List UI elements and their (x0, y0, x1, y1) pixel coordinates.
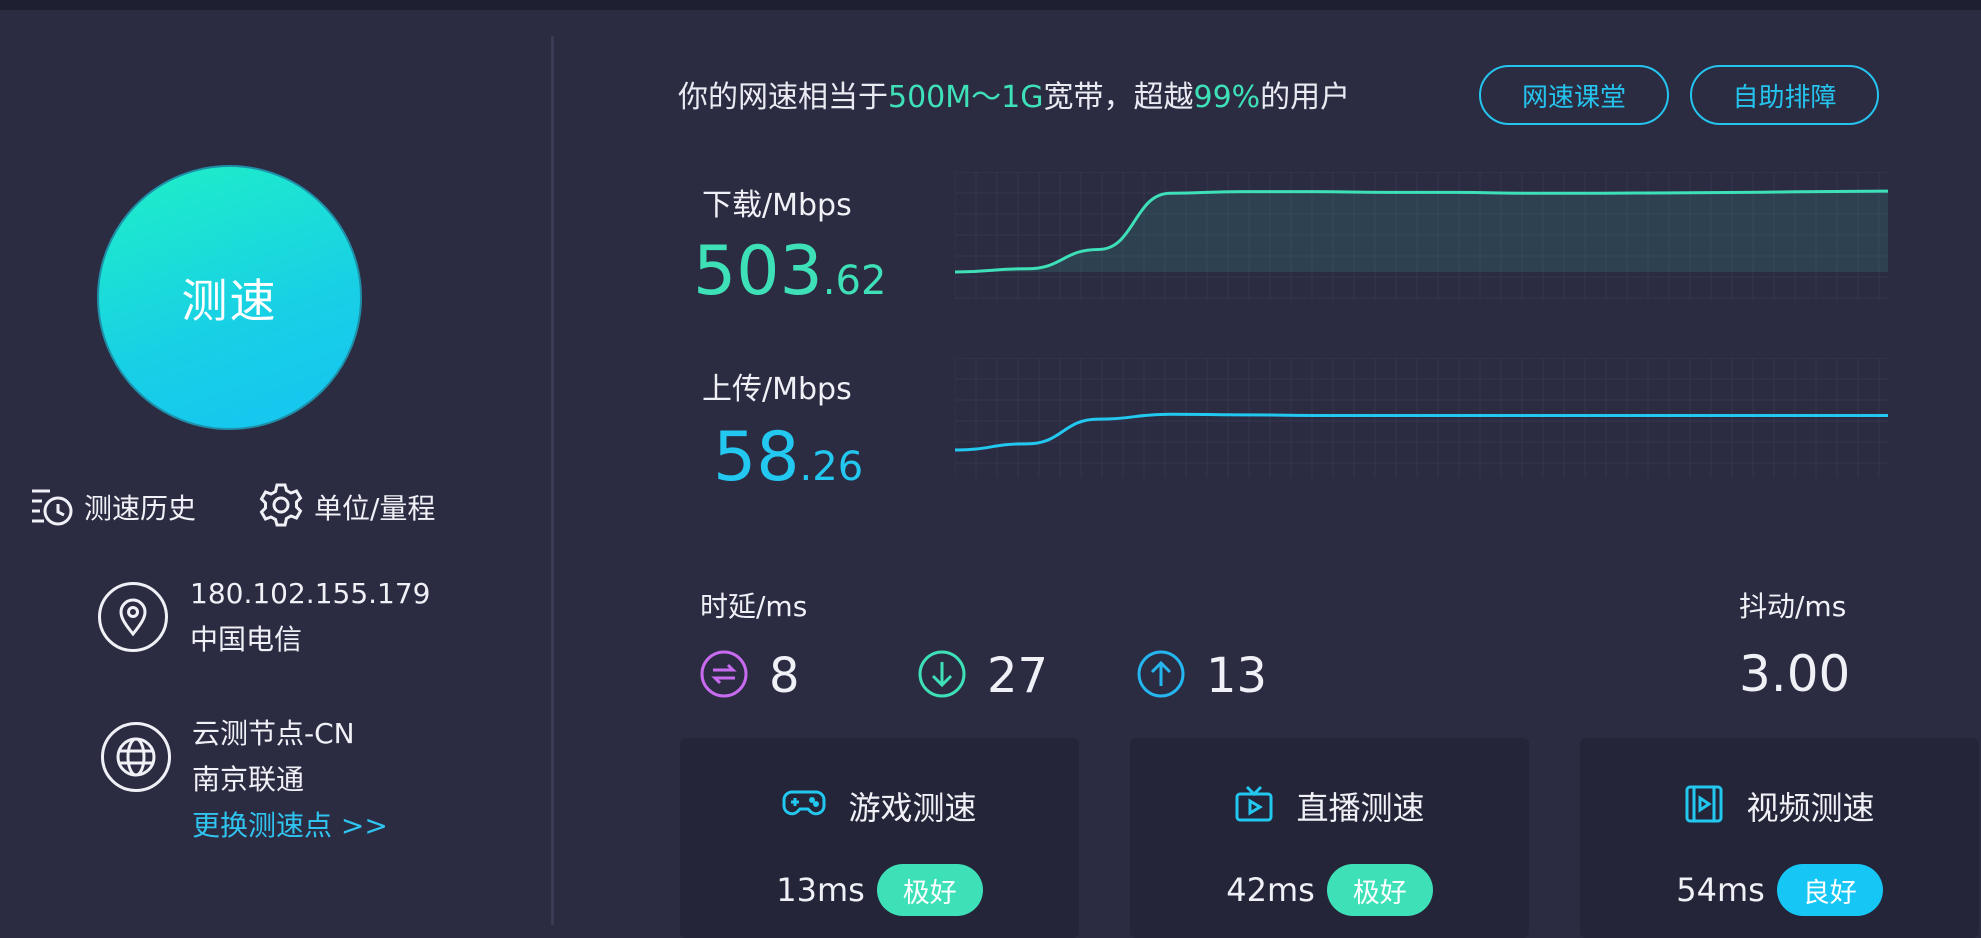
latency-label: 时延/ms (700, 590, 808, 623)
change-node-link[interactable]: 更换测速点 >> (192, 803, 388, 849)
upload-decimal: .26 (799, 444, 864, 490)
gamepad-icon (782, 788, 826, 824)
summary-prefix: 你的网速相当于 (678, 80, 888, 115)
panel-divider (551, 36, 554, 925)
globe-icon (101, 722, 171, 792)
latency-idle: 8 (699, 648, 800, 704)
download-chart (955, 172, 1888, 300)
unit-range-button[interactable]: 单位/量程 (258, 482, 435, 532)
upload-integer: 58 (713, 418, 800, 497)
upload-value: 58.26 (713, 418, 863, 497)
ip-info: 180.102.155.179 中国电信 (190, 571, 430, 663)
game-test-latency: 13ms (776, 871, 865, 909)
video-test-badge: 良好 (1776, 864, 1883, 916)
video-test-latency: 54ms (1676, 871, 1765, 909)
speed-class-button[interactable]: 网速课堂 (1479, 65, 1669, 125)
up-latency-value: 13 (1206, 648, 1268, 704)
summary-middle: 宽带，超越 (1043, 80, 1194, 115)
jitter-value: 3.00 (1739, 645, 1851, 703)
summary-percent: 99% (1193, 80, 1261, 115)
arrow-down-icon (917, 649, 967, 703)
top-bar (0, 0, 1981, 10)
live-test-latency: 42ms (1226, 871, 1315, 909)
down-latency-value: 27 (987, 648, 1049, 704)
download-decimal: .62 (822, 258, 887, 304)
video-test-title: 视频测速 (1746, 789, 1875, 827)
speed-summary: 你的网速相当于500M～1G宽带，超越99%的用户 (678, 72, 1350, 116)
summary-suffix: 的用户 (1260, 80, 1351, 115)
self-help-button[interactable]: 自助排障 (1690, 65, 1879, 125)
film-icon (1684, 784, 1724, 828)
latency-up: 13 (1136, 648, 1267, 704)
history-label: 测速历史 (84, 492, 197, 525)
download-series-area (955, 191, 1888, 272)
history-icon (30, 483, 74, 531)
start-test-label: 测速 (181, 273, 278, 328)
latency-down: 27 (917, 648, 1048, 704)
arrow-up-icon (1136, 649, 1186, 703)
history-button[interactable]: 测速历史 (30, 482, 196, 532)
node-info: 云测节点-CN 南京联通 更换测速点 >> (192, 711, 388, 849)
jitter-label: 抖动/ms (1739, 590, 1847, 623)
start-test-button[interactable]: 测速 (97, 165, 362, 430)
download-label: 下载/Mbps (702, 188, 852, 223)
game-test-card[interactable]: 游戏测速 13ms 极好 (680, 738, 1079, 938)
gear-icon (258, 482, 304, 532)
ip-address: 180.102.155.179 (190, 577, 431, 610)
live-test-card[interactable]: 直播测速 42ms 极好 (1130, 738, 1529, 938)
upload-label: 上传/Mbps (702, 372, 852, 407)
video-test-card[interactable]: 视频测速 54ms 良好 (1580, 738, 1979, 938)
upload-series-line (955, 412, 1888, 452)
live-test-badge: 极好 (1326, 864, 1433, 916)
live-test-title: 直播测速 (1296, 789, 1425, 827)
idle-latency-value: 8 (769, 648, 800, 704)
tv-icon (1234, 784, 1274, 828)
game-test-badge: 极好 (876, 864, 983, 916)
download-integer: 503 (693, 232, 823, 311)
isp-name: 中国电信 (190, 623, 303, 656)
game-test-title: 游戏测速 (848, 789, 977, 827)
download-value: 503.62 (693, 232, 886, 311)
unit-range-label: 单位/量程 (314, 492, 436, 525)
upload-chart (955, 358, 1888, 478)
node-isp: 南京联通 (192, 763, 305, 796)
idle-latency-icon (699, 649, 749, 703)
node-name: 云测节点-CN (192, 717, 355, 750)
location-icon (98, 582, 168, 652)
summary-bandwidth: 500M～1G (888, 80, 1044, 115)
